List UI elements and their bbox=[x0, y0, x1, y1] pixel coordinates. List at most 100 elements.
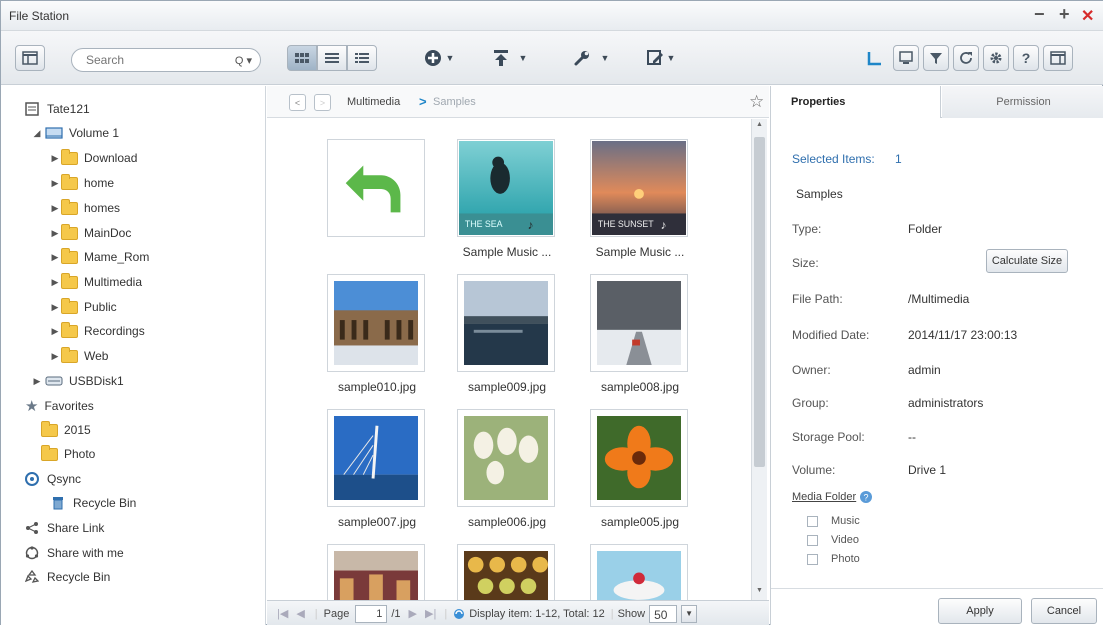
breadcrumb-parent[interactable]: Multimedia bbox=[347, 96, 400, 108]
apply-button[interactable]: Apply bbox=[938, 598, 1022, 624]
cancel-button[interactable]: Cancel bbox=[1031, 598, 1097, 624]
page-input[interactable]: 1 bbox=[355, 604, 388, 623]
scroll-down-icon[interactable]: ▼ bbox=[756, 587, 763, 594]
thumbnail bbox=[327, 409, 425, 507]
folder-label: home bbox=[84, 176, 115, 190]
back-button[interactable]: < bbox=[289, 94, 306, 111]
maximize-button[interactable]: + bbox=[1059, 4, 1070, 25]
expand-arrow-icon[interactable]: ▶ bbox=[49, 203, 61, 214]
search-options-button[interactable]: Q ▾ bbox=[235, 54, 252, 67]
album-band: THE SEA bbox=[465, 219, 503, 229]
tree-folder-web[interactable]: ▶ Web bbox=[49, 345, 108, 367]
modified-date-value: 2014/11/17 23:00:13 bbox=[908, 328, 1018, 342]
separator: | bbox=[314, 607, 318, 620]
scroll-up-icon[interactable]: ▲ bbox=[756, 121, 763, 128]
vertical-scrollbar[interactable]: ▲ ▼ bbox=[751, 119, 767, 600]
refresh-button[interactable] bbox=[953, 45, 979, 71]
detail-view-icon bbox=[355, 53, 369, 63]
expand-arrow-icon[interactable]: ▶ bbox=[49, 252, 61, 263]
collapse-arrow-icon[interactable]: ◢ bbox=[31, 128, 43, 139]
divider bbox=[771, 588, 1103, 589]
first-page-icon[interactable]: |◀ bbox=[277, 607, 288, 620]
type-label: Type: bbox=[792, 222, 822, 236]
tree-folder-download[interactable]: ▶ Download bbox=[49, 147, 137, 169]
expand-arrow-icon[interactable]: ▶ bbox=[49, 178, 61, 189]
expand-arrow-icon[interactable]: ▶ bbox=[49, 228, 61, 239]
volume-value: Drive 1 bbox=[908, 463, 947, 477]
thumbnail-view-button[interactable] bbox=[287, 45, 317, 71]
photo-checkbox[interactable] bbox=[807, 554, 818, 565]
minimize-button[interactable]: − bbox=[1034, 4, 1045, 25]
file-name: sample009.jpg bbox=[467, 380, 547, 394]
background-tasks-button[interactable] bbox=[863, 45, 887, 71]
detail-view-button[interactable] bbox=[347, 45, 377, 71]
filter-button[interactable] bbox=[923, 45, 949, 71]
tab-permission[interactable]: Permission bbox=[942, 86, 1103, 118]
back-arrow-icon: < bbox=[294, 97, 301, 108]
photo-macarons bbox=[464, 551, 548, 600]
favorite-item-2015[interactable]: 2015 bbox=[41, 419, 91, 441]
tree-favorites[interactable]: ★ Favorites bbox=[25, 395, 94, 417]
tree-share-link[interactable]: Share Link bbox=[25, 517, 104, 539]
toggle-sidebar-button[interactable] bbox=[15, 45, 45, 71]
tree-folder-home[interactable]: ▶ home bbox=[49, 172, 114, 194]
tree-folder-recordings[interactable]: ▶ Recordings bbox=[49, 320, 145, 342]
items-per-page-dropdown-icon[interactable]: ▼ bbox=[681, 604, 698, 623]
close-button[interactable]: ✕ bbox=[1081, 6, 1094, 26]
tree-share-with-me[interactable]: Share with me bbox=[25, 542, 124, 564]
expand-arrow-icon[interactable]: ▶ bbox=[31, 376, 43, 387]
pagination-bar: |◀ ◀ | Page 1 /1 ▶ ▶| | Display item: 1-… bbox=[267, 600, 769, 625]
scrollbar-thumb[interactable] bbox=[754, 137, 765, 467]
last-page-icon[interactable]: ▶| bbox=[425, 607, 436, 620]
tree-volume[interactable]: ◢ Volume 1 bbox=[31, 122, 120, 144]
expand-arrow-icon[interactable]: ▶ bbox=[49, 326, 61, 337]
tab-properties[interactable]: Properties bbox=[771, 86, 941, 118]
settings-button[interactable] bbox=[983, 45, 1009, 71]
favorites-label: Favorites bbox=[44, 399, 94, 413]
favorite-star-icon[interactable]: ☆ bbox=[749, 92, 764, 112]
list-view-icon bbox=[325, 53, 339, 63]
file-name: sample005.jpg bbox=[600, 515, 680, 529]
remote-mount-button[interactable] bbox=[893, 45, 919, 71]
expand-arrow-icon[interactable]: ▶ bbox=[49, 277, 61, 288]
help-button[interactable]: ? bbox=[1013, 45, 1039, 71]
favorite-item-photo[interactable]: Photo bbox=[41, 443, 95, 465]
qsync-recycle-bin[interactable]: Recycle Bin bbox=[51, 492, 136, 514]
file-name: sample010.jpg bbox=[337, 380, 417, 394]
video-checkbox[interactable] bbox=[807, 535, 818, 546]
items-per-page-value[interactable]: 50 bbox=[649, 604, 678, 623]
tree-folder-multimedia[interactable]: ▶ Multimedia bbox=[49, 271, 142, 293]
upload-menu-button[interactable]: ▼ bbox=[485, 45, 535, 71]
expand-arrow-icon[interactable]: ▶ bbox=[49, 153, 61, 164]
search-input[interactable] bbox=[80, 53, 200, 67]
tree-folder-homes[interactable]: ▶ homes bbox=[49, 197, 120, 219]
tree-recycle-bin[interactable]: Recycle Bin bbox=[25, 566, 110, 588]
expand-arrow-icon[interactable]: ▶ bbox=[49, 351, 61, 362]
media-folder-label: Media Folder bbox=[792, 491, 857, 503]
tree-folder-mame-rom[interactable]: ▶ Mame_Rom bbox=[49, 246, 149, 268]
search-box[interactable]: Q ▾ bbox=[71, 48, 261, 72]
folder-icon bbox=[61, 198, 78, 215]
view-mode-group bbox=[287, 45, 377, 71]
forward-button[interactable]: > bbox=[314, 94, 331, 111]
next-page-icon[interactable]: ▶ bbox=[409, 607, 417, 620]
calculate-size-button[interactable]: Calculate Size bbox=[986, 249, 1068, 273]
info-help-icon[interactable]: ? bbox=[860, 491, 872, 503]
svg-text:?: ? bbox=[863, 493, 868, 503]
music-checkbox[interactable] bbox=[807, 516, 818, 527]
tree-usb-disk[interactable]: ▶ USBDisk1 bbox=[31, 370, 124, 392]
create-menu-button[interactable]: ▼ bbox=[419, 45, 459, 71]
tree-folder-maindoc[interactable]: ▶ MainDoc bbox=[49, 222, 131, 244]
tree-qsync[interactable]: Qsync bbox=[25, 468, 81, 490]
tools-menu-button[interactable]: ▼ bbox=[566, 45, 616, 71]
tree-folder-public[interactable]: ▶ Public bbox=[49, 296, 117, 318]
prev-page-icon[interactable]: ◀ bbox=[296, 607, 304, 620]
more-actions-button[interactable]: ▼ bbox=[641, 45, 681, 71]
tree-root[interactable]: Tate121 bbox=[25, 98, 90, 120]
file-name: Sample Music ... bbox=[595, 245, 685, 259]
list-view-button[interactable] bbox=[317, 45, 347, 71]
toggle-info-panel-button[interactable] bbox=[1043, 45, 1073, 71]
refresh-icon[interactable] bbox=[453, 608, 465, 620]
recycle-bin-icon bbox=[53, 497, 63, 510]
expand-arrow-icon[interactable]: ▶ bbox=[49, 302, 61, 313]
